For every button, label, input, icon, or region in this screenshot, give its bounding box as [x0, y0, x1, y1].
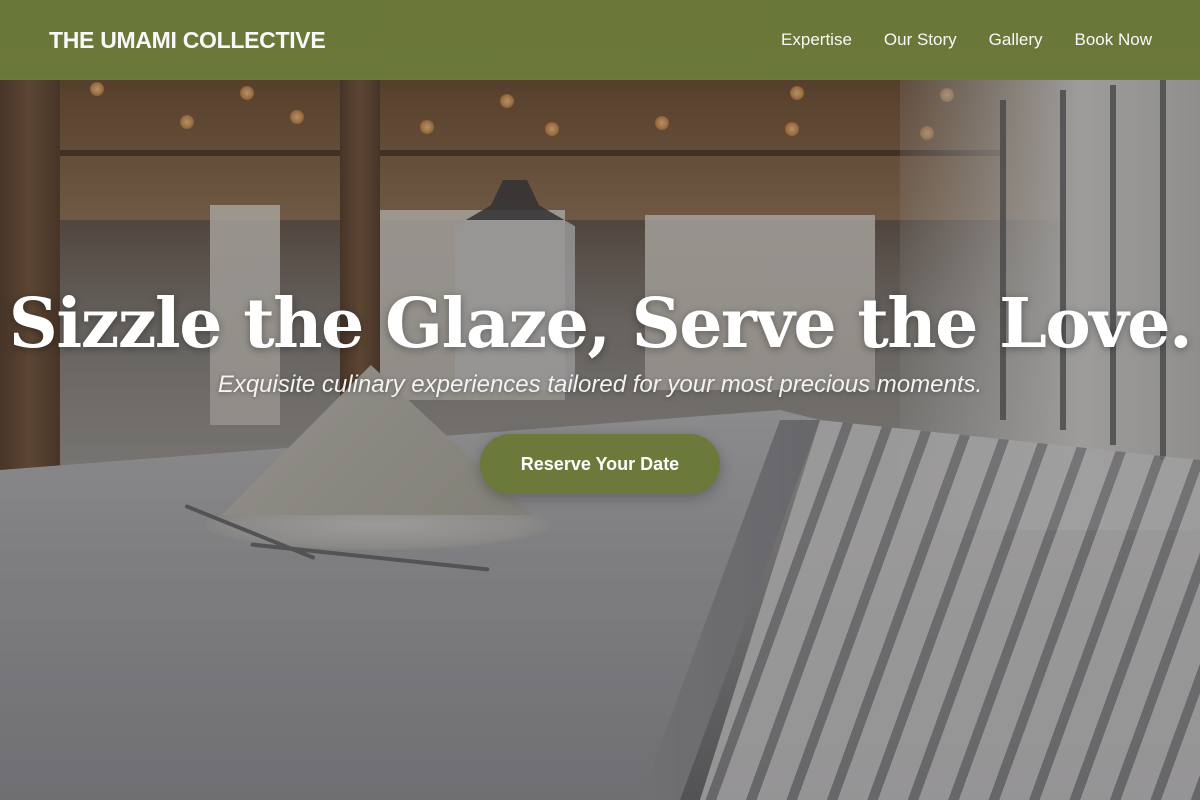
- nav-link-book-now[interactable]: Book Now: [1075, 30, 1152, 50]
- nav-link-our-story[interactable]: Our Story: [884, 30, 957, 50]
- nav-link-expertise[interactable]: Expertise: [781, 30, 852, 50]
- main-nav: Expertise Our Story Gallery Book Now: [781, 30, 1152, 50]
- hero-section: THE UMAMI COLLECTIVE Expertise Our Story…: [0, 0, 1200, 800]
- hero-subheadline: Exquisite culinary experiences tailored …: [217, 371, 983, 399]
- nav-link-gallery[interactable]: Gallery: [989, 30, 1043, 50]
- hero-headline: Sizzle the Glaze, Serve the Love.: [8, 284, 1193, 364]
- site-header: THE UMAMI COLLECTIVE Expertise Our Story…: [0, 0, 1200, 80]
- brand-logo[interactable]: THE UMAMI COLLECTIVE: [49, 27, 326, 54]
- reserve-date-button[interactable]: Reserve Your Date: [480, 434, 720, 495]
- hero-content: Sizzle the Glaze, Serve the Love. Exquis…: [0, 284, 1200, 495]
